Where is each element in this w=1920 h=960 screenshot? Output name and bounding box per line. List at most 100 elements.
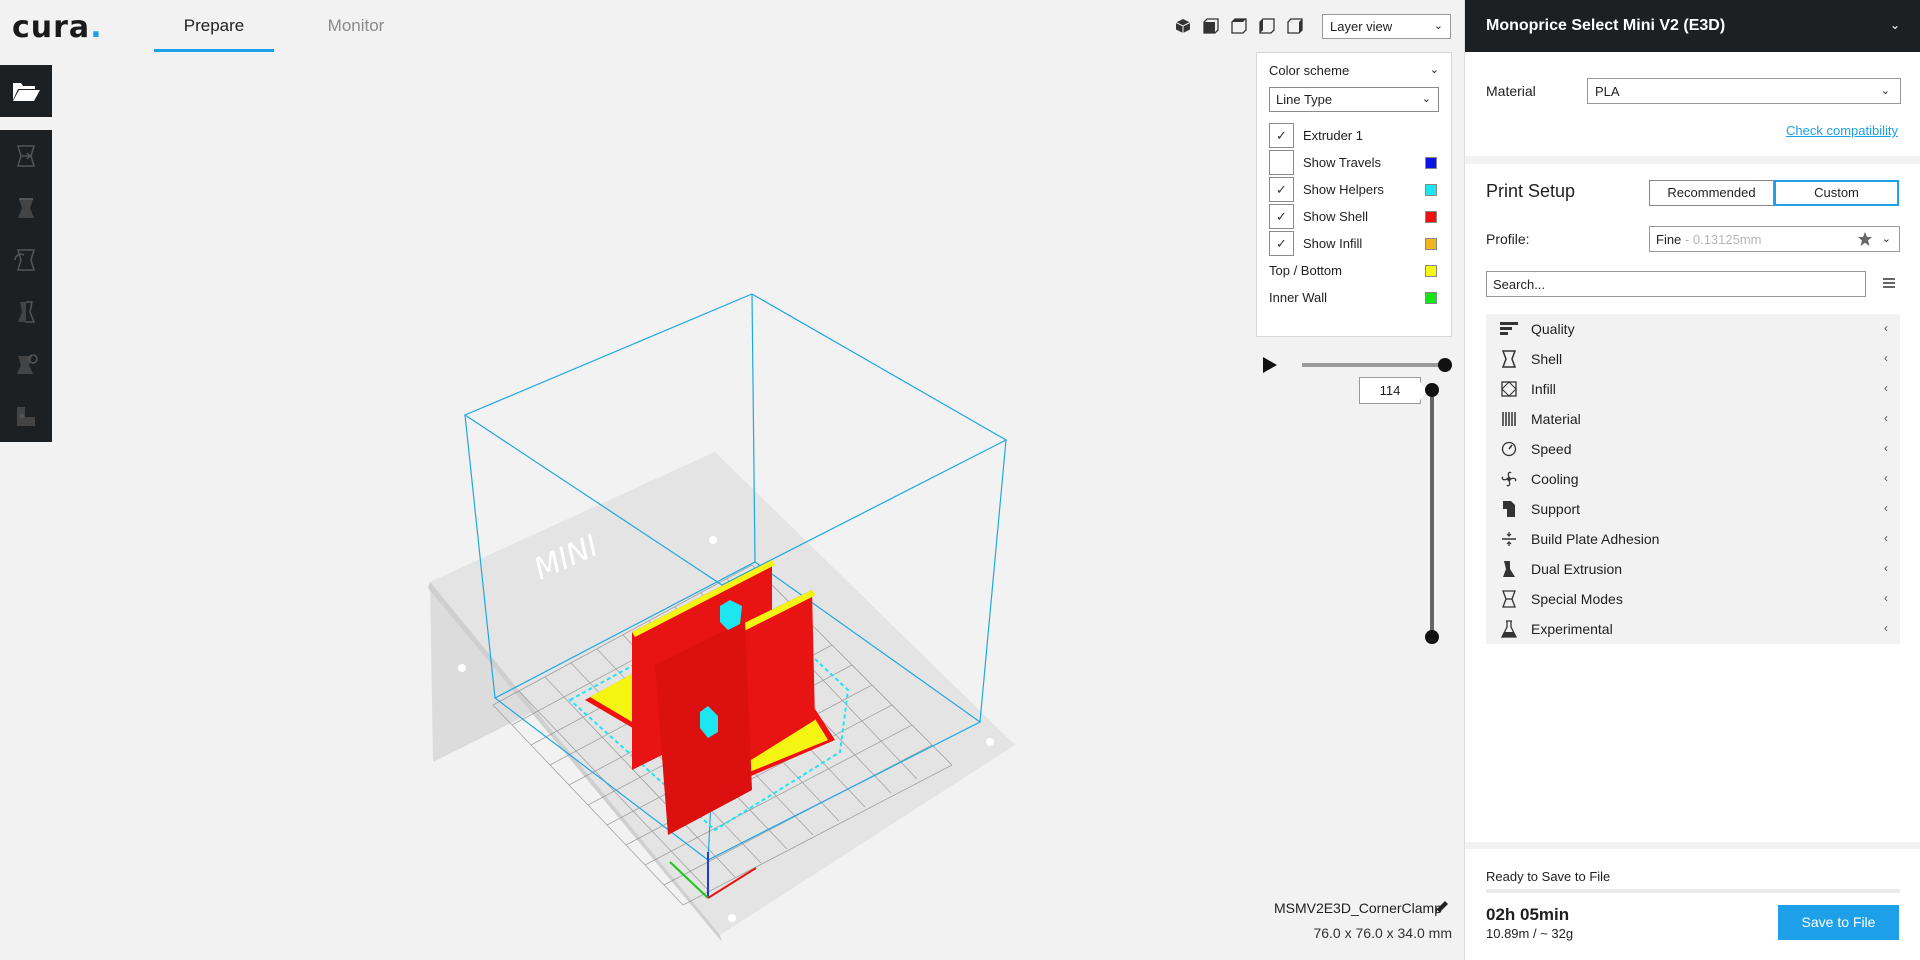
front-view-icon[interactable] (1200, 15, 1221, 36)
scale-tool[interactable] (9, 192, 43, 224)
color-swatch (1425, 237, 1437, 250)
chevron-left-icon: ‹ (1884, 381, 1888, 395)
layer-path-slider-handle[interactable] (1438, 358, 1452, 372)
quality-icon (1498, 318, 1520, 340)
legend-row-inner-wall: Inner Wall (1269, 284, 1439, 311)
settings-visibility-menu-icon[interactable] (1881, 275, 1897, 291)
color-scheme-select[interactable]: Line Type ⌄ (1269, 87, 1439, 112)
rotate-tool[interactable] (9, 244, 43, 276)
camera-view-buttons (1172, 15, 1305, 36)
left-view-icon[interactable] (1256, 15, 1277, 36)
special-modes-icon (1498, 588, 1520, 610)
mirror-tool[interactable] (9, 296, 43, 328)
chevron-left-icon: ‹ (1884, 591, 1888, 605)
top-bar: cura. Prepare Monitor Layer view ⌄ (0, 0, 1464, 52)
category-label: Dual Extrusion (1531, 561, 1623, 577)
category-material[interactable]: Material ‹ (1486, 404, 1900, 434)
material-select[interactable]: PLA ⌄ (1587, 78, 1901, 104)
tab-monitor[interactable]: Monitor (296, 0, 416, 52)
per-model-settings-tool[interactable] (9, 348, 43, 380)
chevron-left-icon: ‹ (1884, 411, 1888, 425)
profile-name: Fine (1656, 232, 1682, 247)
tab-prepare[interactable]: Prepare (154, 0, 274, 52)
view-mode-value: Layer view (1330, 19, 1393, 34)
category-build-plate-adhesion[interactable]: Build Plate Adhesion ‹ (1486, 524, 1900, 554)
category-label: Experimental (1531, 621, 1613, 637)
color-scheme-panel: Color scheme ⌄ Line Type ⌄ ✓ Extruder 1 … (1256, 52, 1452, 337)
current-layer-input[interactable]: 114 (1359, 377, 1421, 404)
check-compatibility-link[interactable]: Check compatibility (1786, 123, 1898, 138)
custom-mode-button[interactable]: Custom (1774, 180, 1899, 206)
left-toolbar (0, 130, 52, 442)
profile-select[interactable]: Fine - 0.13125mm ⌄ (1649, 226, 1900, 252)
category-shell[interactable]: Shell ‹ (1486, 344, 1900, 374)
layer-path-slider-track[interactable] (1302, 363, 1444, 367)
legend-label: Show Shell (1303, 209, 1369, 224)
support-blocker-tool[interactable] (9, 400, 43, 432)
profile-layer-height: - 0.13125mm (1681, 232, 1762, 247)
settings-search-input[interactable] (1486, 271, 1866, 297)
settings-categories: Quality ‹ Shell ‹ Infill ‹ Material ‹ Sp… (1486, 314, 1900, 644)
extruder-1-checkbox[interactable]: ✓ (1269, 123, 1294, 148)
legend-label: Show Travels (1303, 155, 1382, 170)
slice-status: Ready to Save to File (1486, 869, 1611, 884)
category-label: Support (1531, 501, 1581, 517)
open-file-button[interactable] (0, 65, 52, 117)
show-shell-checkbox[interactable]: ✓ (1269, 204, 1294, 229)
category-cooling[interactable]: Cooling ‹ (1486, 464, 1900, 494)
category-label: Special Modes (1531, 591, 1623, 607)
cura-logo: cura. (12, 10, 103, 45)
legend-row-extruder-1: ✓ Extruder 1 (1269, 122, 1439, 149)
color-scheme-title: Color scheme (1269, 63, 1350, 78)
color-swatch (1425, 291, 1437, 304)
move-tool[interactable] (9, 140, 43, 172)
color-scheme-header[interactable]: Color scheme ⌄ (1269, 63, 1439, 83)
category-quality[interactable]: Quality ‹ (1486, 314, 1900, 344)
category-special-modes[interactable]: Special Modes ‹ (1486, 584, 1900, 614)
legend-label: Show Helpers (1303, 182, 1384, 197)
dual-extrusion-icon (1498, 558, 1520, 580)
star-icon[interactable] (1857, 231, 1873, 247)
legend-label: Top / Bottom (1269, 263, 1342, 278)
viewport-3d[interactable]: MINI (52, 52, 1464, 960)
category-dual-extrusion[interactable]: Dual Extrusion ‹ (1486, 554, 1900, 584)
top-view-icon[interactable] (1228, 15, 1249, 36)
3d-view-icon[interactable] (1172, 15, 1193, 36)
right-view-icon[interactable] (1284, 15, 1305, 36)
show-travels-checkbox[interactable] (1269, 150, 1294, 175)
divider (1465, 842, 1920, 849)
color-swatch (1425, 210, 1437, 223)
view-mode-select[interactable]: Layer view ⌄ (1322, 14, 1451, 39)
legend-label: Show Infill (1303, 236, 1363, 251)
layer-slider-track[interactable] (1430, 390, 1434, 636)
layer-slider-lower-handle[interactable] (1425, 630, 1439, 644)
show-infill-checkbox[interactable]: ✓ (1269, 231, 1294, 256)
category-infill[interactable]: Infill ‹ (1486, 374, 1900, 404)
support-blocker-icon (17, 407, 35, 426)
chevron-down-icon: ⌄ (1429, 64, 1439, 76)
chevron-left-icon: ‹ (1884, 351, 1888, 365)
chevron-down-icon: ⌄ (1889, 18, 1900, 32)
category-support[interactable]: Support ‹ (1486, 494, 1900, 524)
recommended-mode-button[interactable]: Recommended (1649, 180, 1774, 206)
legend-row-show-shell: ✓ Show Shell (1269, 203, 1439, 230)
chevron-left-icon: ‹ (1884, 621, 1888, 635)
category-experimental[interactable]: Experimental ‹ (1486, 614, 1900, 644)
category-speed[interactable]: Speed ‹ (1486, 434, 1900, 464)
category-label: Shell (1531, 351, 1563, 367)
build-plate-adhesion-icon (1498, 528, 1520, 550)
show-helpers-checkbox[interactable]: ✓ (1269, 177, 1294, 202)
save-to-file-button[interactable]: Save to File (1778, 905, 1899, 940)
settings-sidebar: Monoprice Select Mini V2 (E3D) ⌄ Materia… (1464, 0, 1920, 960)
layer-slider-upper-handle[interactable] (1425, 383, 1439, 397)
mirror-icon (18, 301, 36, 323)
edit-pencil-icon[interactable] (1433, 898, 1451, 916)
rotate-icon (14, 249, 36, 271)
machine-selector[interactable]: Monoprice Select Mini V2 (E3D) ⌄ (1465, 0, 1920, 52)
chevron-left-icon: ‹ (1884, 531, 1888, 545)
shell-icon (1498, 348, 1520, 370)
play-simulation-icon[interactable] (1262, 356, 1278, 374)
chevron-left-icon: ‹ (1884, 321, 1888, 335)
chevron-down-icon: ⌄ (1881, 233, 1891, 245)
move-icon (16, 145, 36, 167)
